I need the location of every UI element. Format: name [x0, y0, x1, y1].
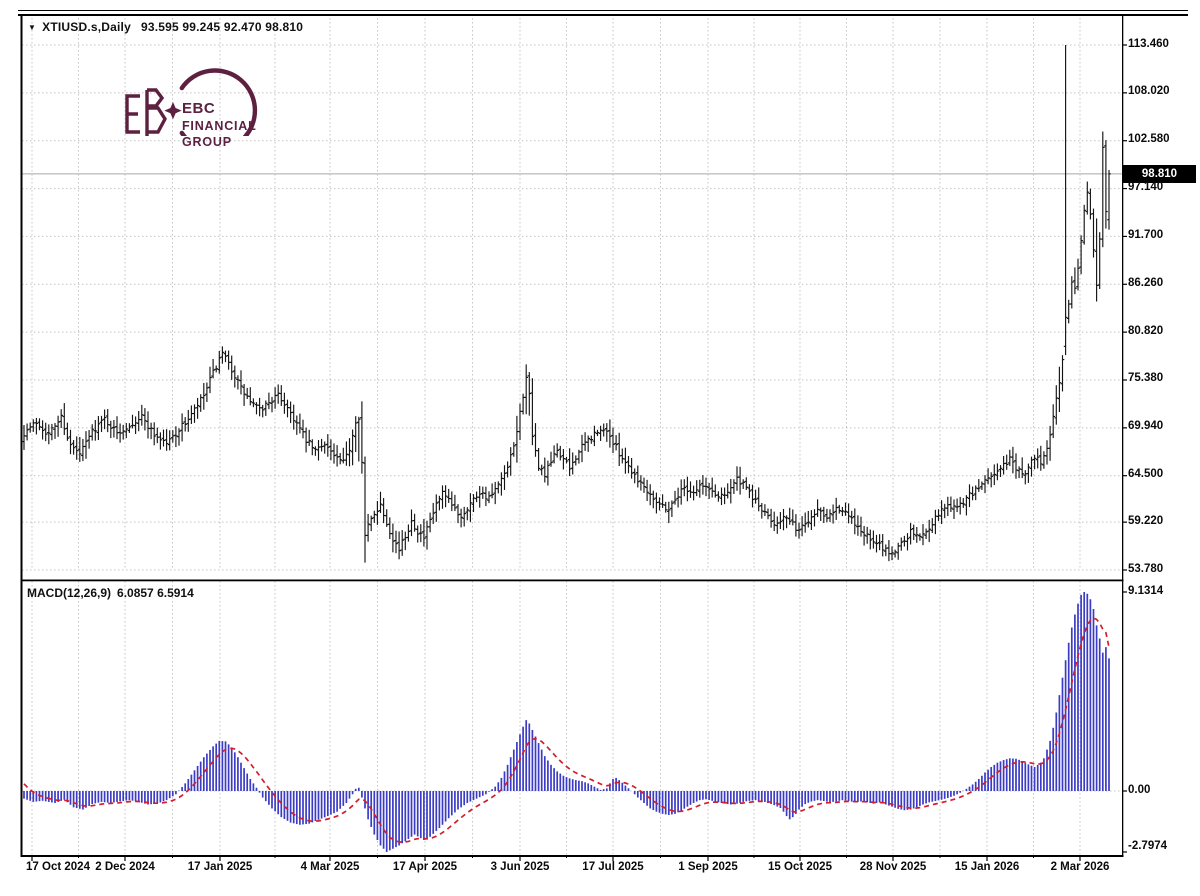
- price-axis-label: 108.020: [1128, 85, 1170, 98]
- price-axis-label: 102.580: [1128, 133, 1170, 146]
- price-axis-label: 91.700: [1128, 228, 1164, 241]
- brand-logo: EBC FINANCIAL GROUP: [52, 44, 282, 153]
- macd-axis-label: -2.7974: [1128, 840, 1168, 852]
- date-axis-label: 3 Jun 2025: [490, 861, 550, 873]
- symbol-title: XTIUSD.s,Daily: [42, 20, 131, 34]
- brand-logo-text: EBC FINANCIAL GROUP: [182, 100, 257, 149]
- price-axis-label: 97.140: [1128, 181, 1164, 194]
- date-axis-label: 1 Sep 2025: [678, 861, 738, 873]
- date-axis-label: 2 Mar 2026: [1050, 861, 1110, 873]
- macd-axis-label: 0.00: [1128, 784, 1151, 796]
- price-axis-label: 59.220: [1128, 514, 1164, 527]
- date-axis-label: 17 Jan 2025: [187, 861, 253, 873]
- logo-line-financial: FINANCIAL: [182, 119, 257, 133]
- price-axis-label: 80.820: [1128, 324, 1164, 337]
- date-axis-label: 17 Jul 2025: [582, 861, 644, 873]
- macd-indicator-label: MACD(12,26,9) 6.0857 6.5914: [27, 586, 194, 600]
- date-axis-label: 4 Mar 2025: [300, 861, 360, 873]
- logo-line-group: GROUP: [182, 135, 232, 149]
- symbol-header[interactable]: ▼ XTIUSD.s,Daily 93.595 99.245 92.470 98.8…: [28, 20, 303, 34]
- macd-axis-label: 9.1314: [1128, 584, 1164, 597]
- macd-name: MACD(12,26,9): [27, 586, 112, 600]
- date-axis-label: 15 Oct 2025: [768, 861, 832, 873]
- price-axis-label: 86.260: [1128, 276, 1164, 289]
- date-axis-label: 2 Dec 2024: [95, 861, 155, 873]
- price-axis-label: 75.380: [1128, 372, 1164, 385]
- price-axis-label: 69.940: [1128, 420, 1164, 433]
- logo-line-ebc: EBC: [182, 100, 216, 117]
- date-axis-label: 15 Jan 2026: [954, 861, 1020, 873]
- price-axis-label: 64.500: [1128, 468, 1164, 481]
- date-axis-label: 17 Apr 2025: [392, 861, 458, 873]
- symbol-ohlc-values: 93.595 99.245 92.470 98.810: [140, 20, 304, 34]
- date-axis-label: 28 Nov 2025: [859, 861, 927, 873]
- symbol-dropdown-icon[interactable]: ▼: [28, 23, 36, 32]
- price-axis-label: 113.460: [1128, 37, 1169, 50]
- chart-window: ▼ XTIUSD.s,Daily 93.595 99.245 92.470 98.8…: [0, 0, 1200, 896]
- price-axis-label: 53.780: [1128, 562, 1164, 575]
- macd-values: 6.0857 6.5914: [117, 586, 194, 600]
